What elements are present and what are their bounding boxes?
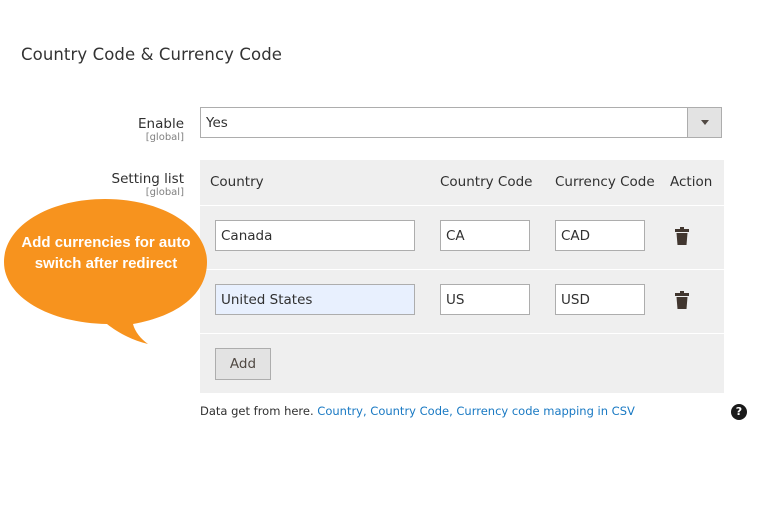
row-divider xyxy=(200,269,724,270)
data-source-note: Data get from here. Country, Country Cod… xyxy=(200,404,635,418)
trash-icon[interactable] xyxy=(675,227,689,245)
enable-select-toggle[interactable] xyxy=(687,108,721,137)
column-header-country-code: Country Code xyxy=(440,174,533,190)
note-prefix: Data get from here. xyxy=(200,404,318,418)
trash-icon[interactable] xyxy=(675,291,689,309)
country-input[interactable]: Canada xyxy=(215,220,415,251)
enable-scope: [global] xyxy=(145,132,184,143)
currency-code-input[interactable]: USD xyxy=(555,284,645,315)
column-header-country: Country xyxy=(210,174,264,190)
currency-code-input[interactable]: CAD xyxy=(555,220,645,251)
row-divider xyxy=(200,205,724,206)
country-input[interactable]: United States xyxy=(215,284,415,315)
row-divider xyxy=(200,333,724,334)
setting-list-label-group: Setting list [global] xyxy=(112,171,184,199)
add-row-button[interactable]: Add xyxy=(215,348,271,380)
column-header-currency-code: Currency Code xyxy=(555,174,655,190)
setting-list-label: Setting list xyxy=(111,171,184,187)
country-code-input[interactable]: CA xyxy=(440,220,530,251)
callout-text: Add currencies for auto switch after red… xyxy=(21,234,191,272)
country-code-input[interactable]: US xyxy=(440,284,530,315)
section-title: Country Code & Currency Code xyxy=(21,45,283,64)
enable-select[interactable]: Yes xyxy=(200,107,722,138)
enable-label: Enable xyxy=(138,116,184,132)
help-icon[interactable]: ? xyxy=(731,404,747,420)
column-header-action: Action xyxy=(670,174,713,190)
setting-list-grid: Country Country Code Currency Code Actio… xyxy=(200,160,724,393)
chevron-down-icon xyxy=(701,120,709,125)
csv-mapping-link[interactable]: Country, Country Code, Currency code map… xyxy=(317,404,635,418)
enable-label-group: Enable [global] xyxy=(138,116,184,144)
enable-select-value: Yes xyxy=(206,115,228,131)
